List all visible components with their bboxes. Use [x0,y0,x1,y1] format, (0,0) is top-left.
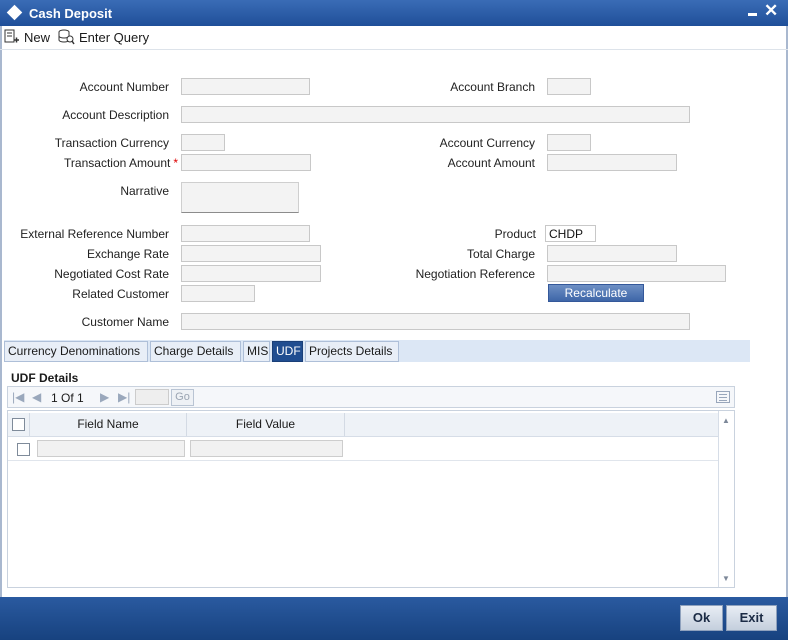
total-pages: 1 [77,391,84,405]
transaction-amount-field[interactable] [181,154,311,171]
grid-scrollbar[interactable]: ▲ ▼ [718,411,734,587]
field-name-header[interactable]: Field Name [30,413,187,436]
account-currency-label: Account Currency [439,136,535,150]
account-description-field[interactable] [181,106,690,123]
next-page-icon[interactable]: ▶ [100,390,109,404]
customer-name-label: Customer Name [81,315,169,329]
window-title: Cash Deposit [29,6,113,21]
transaction-amount-label: Transaction Amount * [64,156,178,170]
last-page-icon[interactable]: ▶| [118,390,130,404]
table-row [8,438,718,461]
new-button[interactable]: New [4,28,50,46]
scroll-down-icon[interactable]: ▼ [722,574,730,583]
account-branch-label: Account Branch [450,80,535,94]
select-all-checkbox[interactable] [12,418,25,431]
ok-button[interactable]: Ok [680,605,723,631]
udf-section-title: UDF Details [11,371,79,385]
enter-query-label: Enter Query [79,29,150,45]
footer-bar: Ok Exit [0,597,788,640]
page-number-input[interactable] [135,389,169,405]
new-button-label: New [24,29,51,45]
tab-strip: Currency Denominations Charge Details MI… [4,340,750,362]
transaction-currency-field[interactable] [181,134,225,151]
exchange-rate-field[interactable] [181,245,321,262]
account-currency-field[interactable] [547,134,591,151]
grid-header: Field Name Field Value [8,413,718,437]
toolbar: New Enter Query [0,26,788,50]
scroll-up-icon[interactable]: ▲ [722,416,730,425]
row-checkbox[interactable] [17,443,30,456]
recalculate-button[interactable]: Recalculate [548,284,644,302]
total-charge-field[interactable] [547,245,677,262]
minimize-icon[interactable] [747,5,759,19]
tab-projects-details[interactable]: Projects Details [305,341,399,362]
negotiated-cost-rate-label: Negotiated Cost Rate [54,267,169,281]
first-page-icon[interactable]: |◀ [12,390,24,404]
negotiation-reference-field[interactable] [547,265,726,282]
total-charge-label: Total Charge [466,247,535,261]
tab-udf[interactable]: UDF [272,341,303,362]
go-button[interactable]: Go [171,389,194,406]
select-all-cell [8,413,30,436]
previous-page-icon[interactable]: ◀ [32,390,41,404]
account-branch-field[interactable] [547,78,591,95]
narrative-label: Narrative [120,184,169,198]
close-icon[interactable]: ✕ [764,2,778,20]
tab-currency-denominations[interactable]: Currency Denominations [4,341,148,362]
exit-button[interactable]: Exit [726,605,777,631]
of-label: Of [61,391,74,405]
narrative-field[interactable] [181,182,299,213]
related-customer-label: Related Customer [72,287,169,301]
product-label: Product [494,227,536,241]
account-number-field[interactable] [181,78,310,95]
query-database-icon [58,29,75,45]
window-titlebar: Cash Deposit ✕ [0,0,788,26]
exchange-rate-label: Exchange Rate [86,247,169,261]
account-amount-field[interactable] [547,154,677,171]
required-marker: * [173,156,178,170]
negotiation-reference-label: Negotiation Reference [415,267,535,281]
external-reference-number-label: External Reference Number [20,227,169,241]
page-info: 1 Of 1 [51,391,84,405]
current-page: 1 [51,391,58,405]
account-number-label: Account Number [79,80,169,94]
field-value-input[interactable] [190,440,343,457]
tab-charge-details[interactable]: Charge Details [150,341,241,362]
negotiated-cost-rate-field[interactable] [181,265,321,282]
account-description-label: Account Description [62,108,169,122]
account-amount-label: Account Amount [447,156,535,170]
column-settings-icon[interactable] [716,391,730,403]
new-doc-icon [4,29,19,43]
related-customer-field[interactable] [181,285,255,302]
field-value-header[interactable]: Field Value [187,413,345,436]
enter-query-button[interactable]: Enter Query [58,28,149,46]
field-name-input[interactable] [37,440,185,457]
external-reference-number-field[interactable] [181,225,310,242]
product-field[interactable] [545,225,596,242]
udf-pager: |◀ ◀ 1 Of 1 ▶ ▶| Go [7,386,735,408]
udf-grid: Field Name Field Value ▲ ▼ [7,410,735,588]
tab-mis[interactable]: MIS [243,341,270,362]
customer-name-field[interactable] [181,313,690,330]
transaction-currency-label: Transaction Currency [54,136,169,150]
transaction-amount-label-text: Transaction Amount [64,156,171,170]
app-diamond-icon [6,4,23,21]
